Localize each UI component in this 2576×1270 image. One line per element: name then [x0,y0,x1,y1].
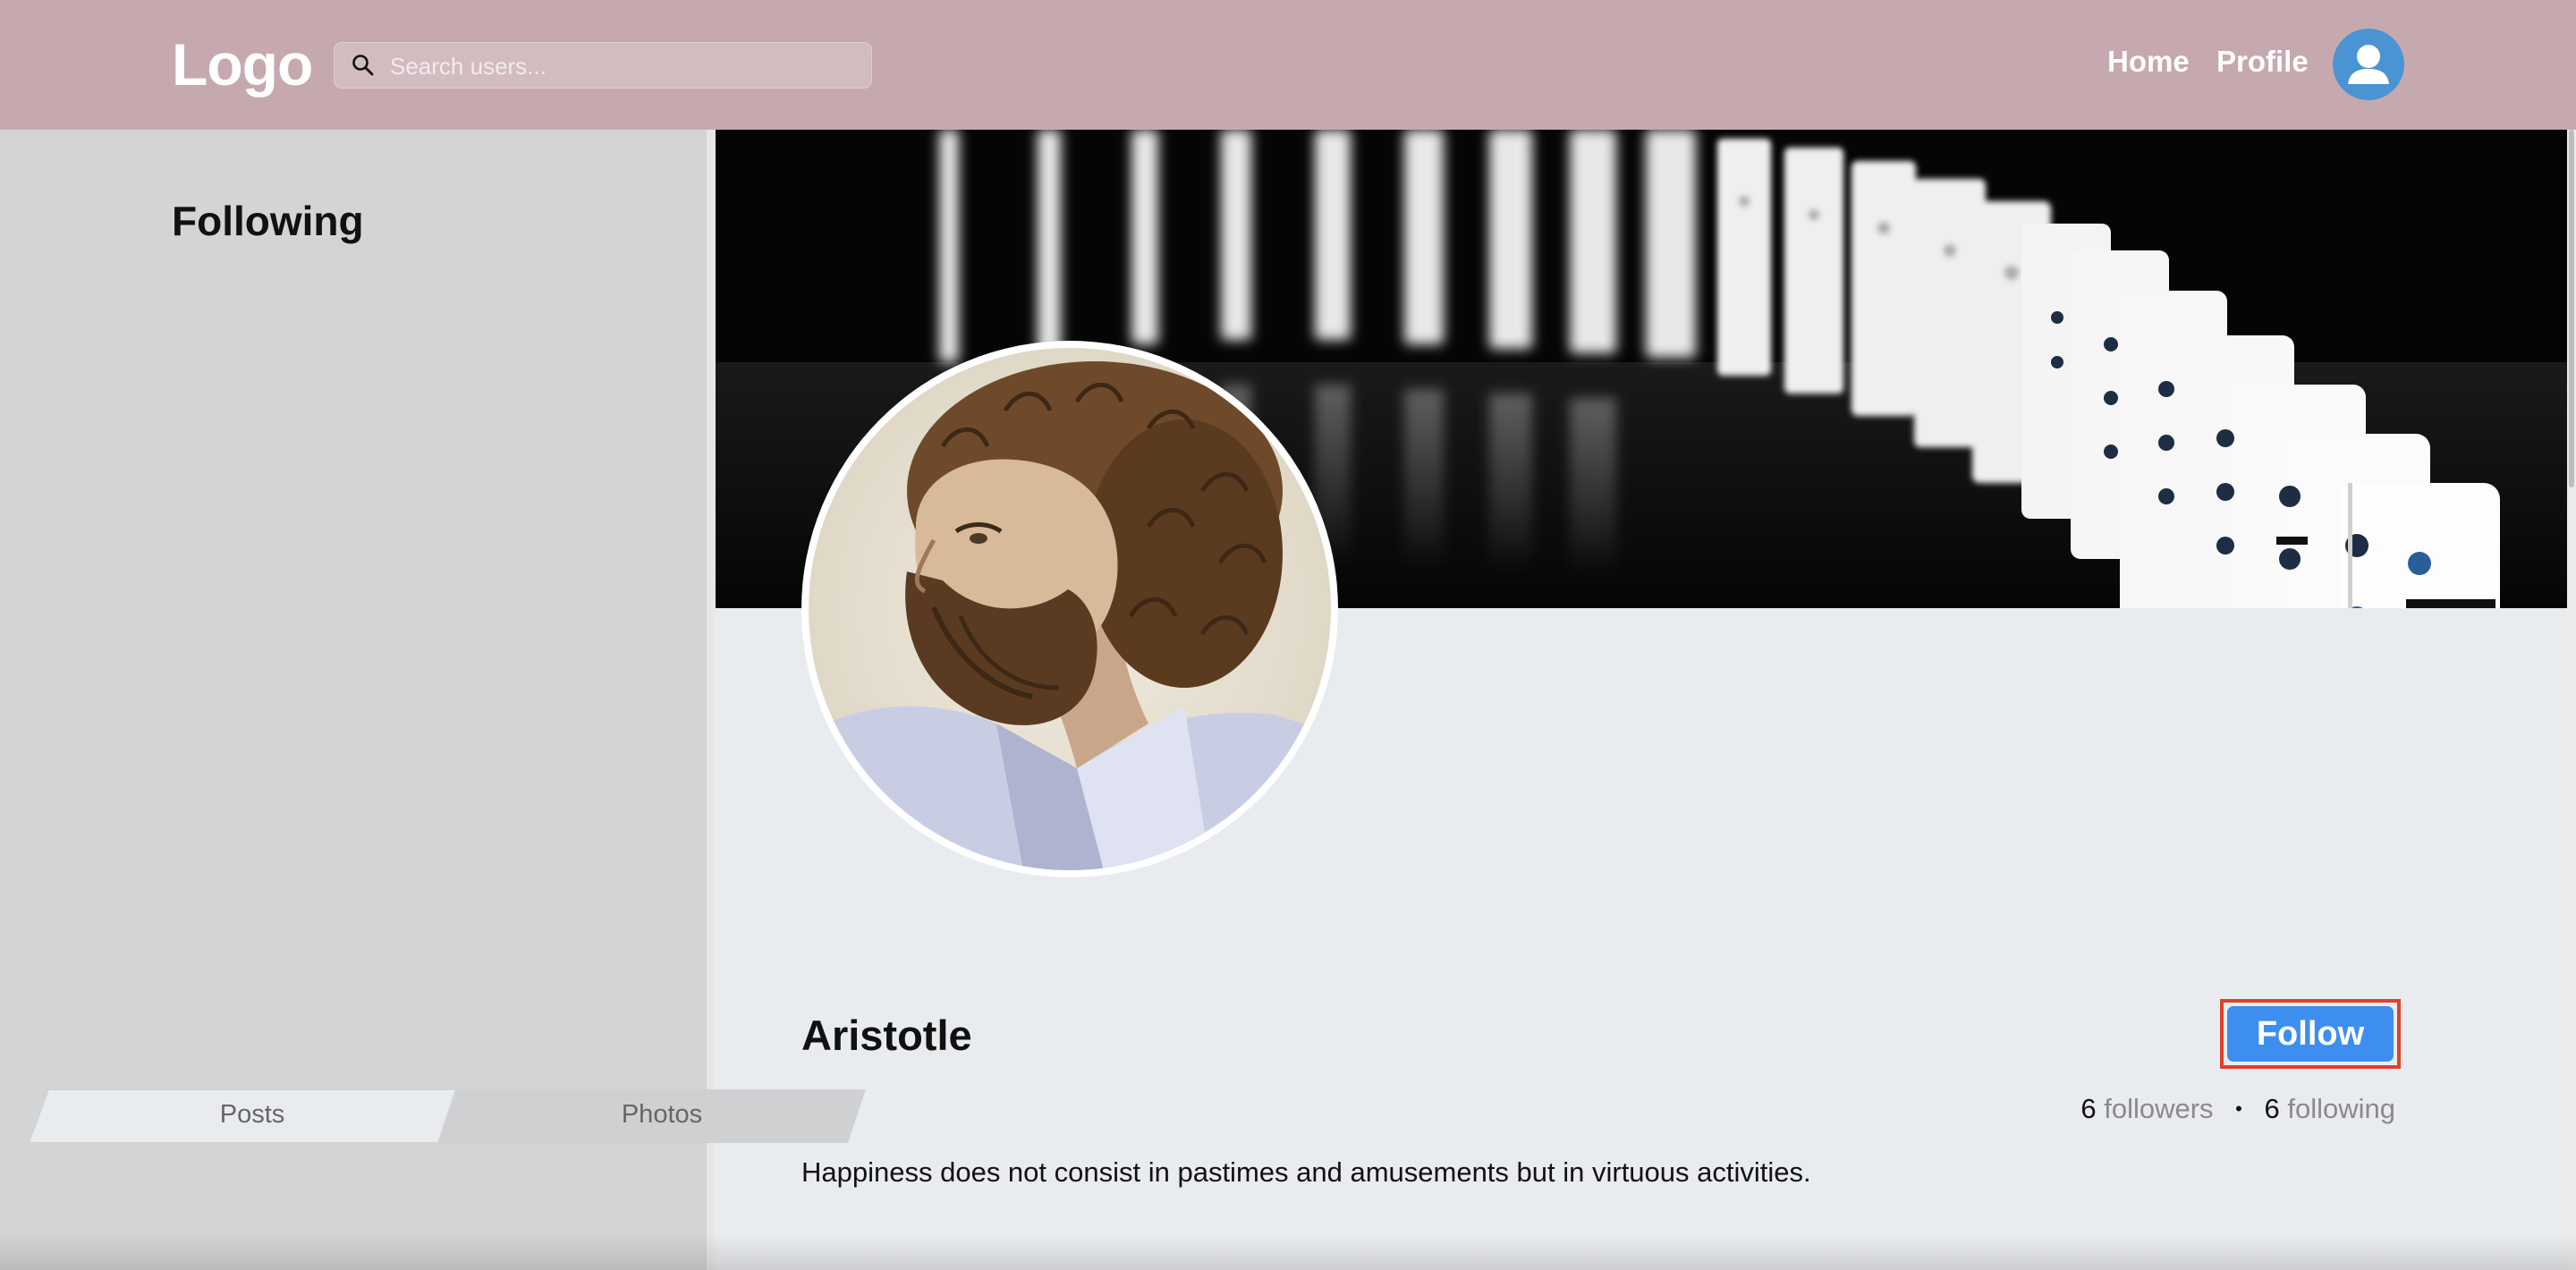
profile-bio: Happiness does not consist in pastimes a… [801,1156,1811,1188]
top-nav-bar: Logo Home Profile [0,0,2576,130]
search-input[interactable] [388,43,857,89]
followers-label[interactable]: followers [2104,1093,2213,1124]
search-icon [352,55,374,76]
follow-button[interactable]: Follow [2227,1006,2394,1062]
logo[interactable]: Logo [172,30,313,98]
tab-posts[interactable]: Posts [29,1089,476,1143]
tab-posts-label: Posts [219,1100,285,1129]
search-box[interactable] [334,42,872,89]
profile-name: Aristotle [801,1012,972,1059]
nav-home-link[interactable]: Home [2107,45,2190,79]
stats-separator: • [2235,1097,2242,1120]
follow-stats: 6 followers • 6 following [2080,1093,2395,1125]
profile-panel: Aristotle Follow 6 followers • 6 followi… [716,130,2567,1270]
followers-count[interactable]: 6 [2080,1093,2096,1124]
following-heading: Following [172,198,364,244]
following-label[interactable]: following [2287,1093,2395,1124]
tab-photos[interactable]: Photos [438,1089,886,1143]
user-silhouette-icon [2348,45,2389,84]
tab-photos-label: Photos [621,1100,703,1129]
profile-photo [801,341,1338,877]
aristotle-portrait [809,348,1331,870]
scrollbar[interactable] [2567,130,2576,1270]
nav-profile-link[interactable]: Profile [2216,45,2309,79]
scrollbar-thumb[interactable] [2569,130,2574,487]
user-avatar-icon[interactable] [2333,29,2404,100]
following-count[interactable]: 6 [2265,1093,2280,1124]
